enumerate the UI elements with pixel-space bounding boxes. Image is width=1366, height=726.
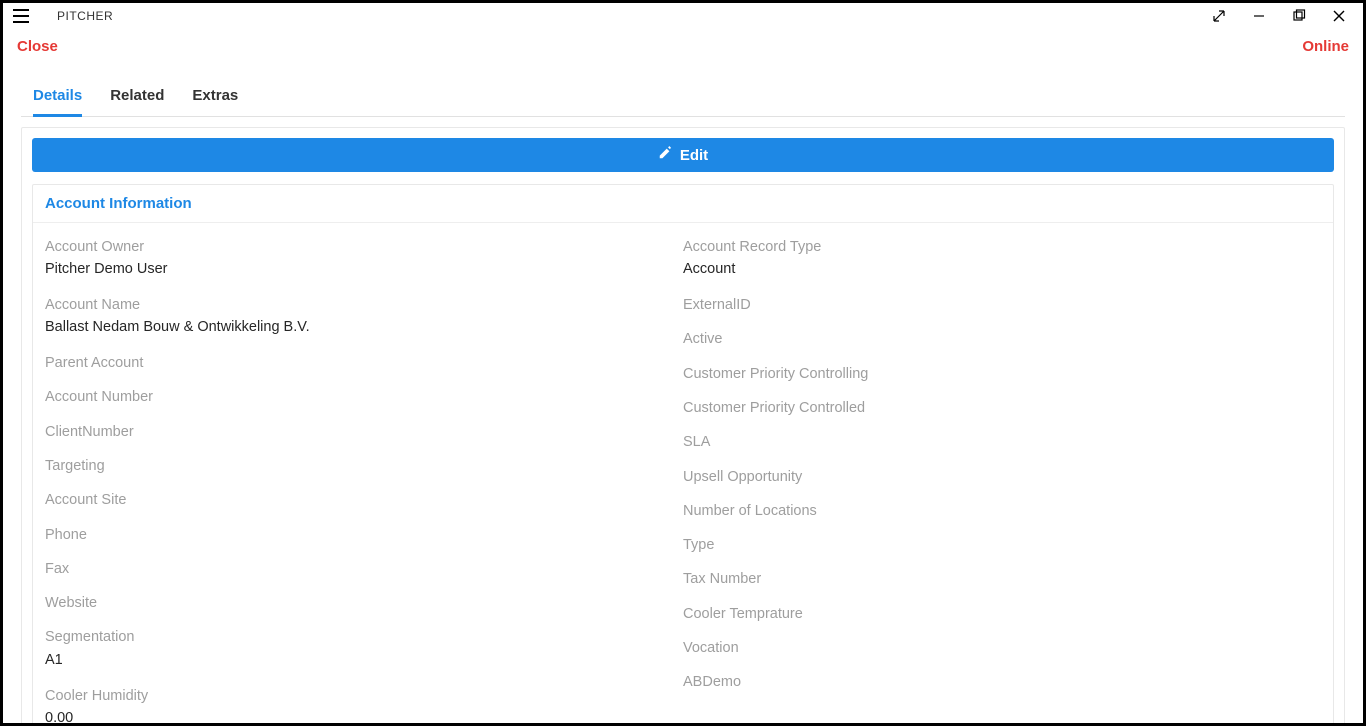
field-label: Account Owner bbox=[45, 237, 683, 257]
field-label: Upsell Opportunity bbox=[683, 467, 1321, 487]
field-number-of-locations: Number of Locations bbox=[683, 501, 1321, 521]
minimize-icon[interactable] bbox=[1239, 3, 1279, 29]
field-label: Cooler Temprature bbox=[683, 604, 1321, 624]
tab-extras[interactable]: Extras bbox=[192, 87, 238, 116]
field-value: 0.00 bbox=[45, 708, 683, 723]
content-scroll[interactable]: Details Related Extras Edit Account Info… bbox=[3, 63, 1363, 723]
section-account-information: Account Information Account OwnerPitcher… bbox=[32, 184, 1334, 723]
online-status[interactable]: Online bbox=[1302, 38, 1349, 55]
field-sla: SLA bbox=[683, 432, 1321, 452]
field-account-site: Account Site bbox=[45, 490, 683, 510]
close-button[interactable]: Close bbox=[17, 38, 58, 55]
field-label: Account Site bbox=[45, 490, 683, 510]
field-value: Pitcher Demo User bbox=[45, 259, 683, 281]
field-abdemo: ABDemo bbox=[683, 672, 1321, 692]
tab-details[interactable]: Details bbox=[33, 87, 82, 117]
field-account-owner: Account OwnerPitcher Demo User bbox=[45, 237, 683, 281]
tab-related[interactable]: Related bbox=[110, 87, 164, 116]
field-label: ABDemo bbox=[683, 672, 1321, 692]
tabs: Details Related Extras bbox=[21, 63, 1345, 117]
field-segmentation: Segmentation A1 bbox=[45, 627, 683, 671]
field-label: Segmentation bbox=[45, 627, 683, 647]
field-website: Website bbox=[45, 593, 683, 613]
field-label: Account Name bbox=[45, 295, 683, 315]
field-phone: Phone bbox=[45, 525, 683, 545]
field-value: Account bbox=[683, 259, 1321, 281]
field-label: Account Record Type bbox=[683, 237, 1321, 257]
field-label: ExternalID bbox=[683, 295, 1321, 315]
field-label: SLA bbox=[683, 432, 1321, 452]
field-tax-number: Tax Number bbox=[683, 569, 1321, 589]
field-account-record-type: Account Record TypeAccount bbox=[683, 237, 1321, 281]
maximize-icon[interactable] bbox=[1279, 3, 1319, 29]
field-label: Type bbox=[683, 535, 1321, 555]
field-label: Cooler Humidity bbox=[45, 686, 683, 706]
field-parent-account: Parent Account bbox=[45, 353, 683, 373]
field-label: Tax Number bbox=[683, 569, 1321, 589]
edit-button[interactable]: Edit bbox=[32, 138, 1334, 172]
topbar: Close Online bbox=[3, 29, 1363, 63]
field-clientnumber: ClientNumber bbox=[45, 422, 683, 442]
field-cooler-temprature: Cooler Temprature bbox=[683, 604, 1321, 624]
hamburger-icon[interactable] bbox=[13, 9, 29, 23]
field-vocation: Vocation bbox=[683, 638, 1321, 658]
field-customer-priority-controlled: Customer Priority Controlled bbox=[683, 398, 1321, 418]
field-value: A1 bbox=[45, 650, 683, 672]
field-label: Parent Account bbox=[45, 353, 683, 373]
field-label: Phone bbox=[45, 525, 683, 545]
field-label: ClientNumber bbox=[45, 422, 683, 442]
field-cooler-humidity: Cooler Humidity 0.00 bbox=[45, 686, 683, 723]
field-label: Number of Locations bbox=[683, 501, 1321, 521]
edit-icon bbox=[658, 146, 672, 164]
field-label: Vocation bbox=[683, 638, 1321, 658]
field-upsell-opportunity: Upsell Opportunity bbox=[683, 467, 1321, 487]
field-label: Targeting bbox=[45, 456, 683, 476]
field-label: Fax bbox=[45, 559, 683, 579]
section-title: Account Information bbox=[33, 185, 1333, 223]
app-title: PITCHER bbox=[57, 9, 113, 23]
field-targeting: Targeting bbox=[45, 456, 683, 476]
field-externalid: ExternalID bbox=[683, 295, 1321, 315]
field-value: Ballast Nedam Bouw & Ontwikkeling B.V. bbox=[45, 317, 683, 339]
field-label: Customer Priority Controlled bbox=[683, 398, 1321, 418]
page-panel: Edit Account Information Account OwnerPi… bbox=[21, 127, 1345, 723]
field-type: Type bbox=[683, 535, 1321, 555]
field-account-number: Account Number bbox=[45, 387, 683, 407]
field-customer-priority-controlling: Customer Priority Controlling bbox=[683, 364, 1321, 384]
field-label: Account Number bbox=[45, 387, 683, 407]
edit-label: Edit bbox=[680, 147, 708, 164]
titlebar: PITCHER bbox=[3, 3, 1363, 29]
expand-icon[interactable] bbox=[1199, 3, 1239, 29]
field-label: Customer Priority Controlling bbox=[683, 364, 1321, 384]
close-icon[interactable] bbox=[1319, 3, 1359, 29]
field-label: Active bbox=[683, 329, 1321, 349]
field-account-name: Account NameBallast Nedam Bouw & Ontwikk… bbox=[45, 295, 683, 339]
field-fax: Fax bbox=[45, 559, 683, 579]
field-label: Website bbox=[45, 593, 683, 613]
field-active: Active bbox=[683, 329, 1321, 349]
